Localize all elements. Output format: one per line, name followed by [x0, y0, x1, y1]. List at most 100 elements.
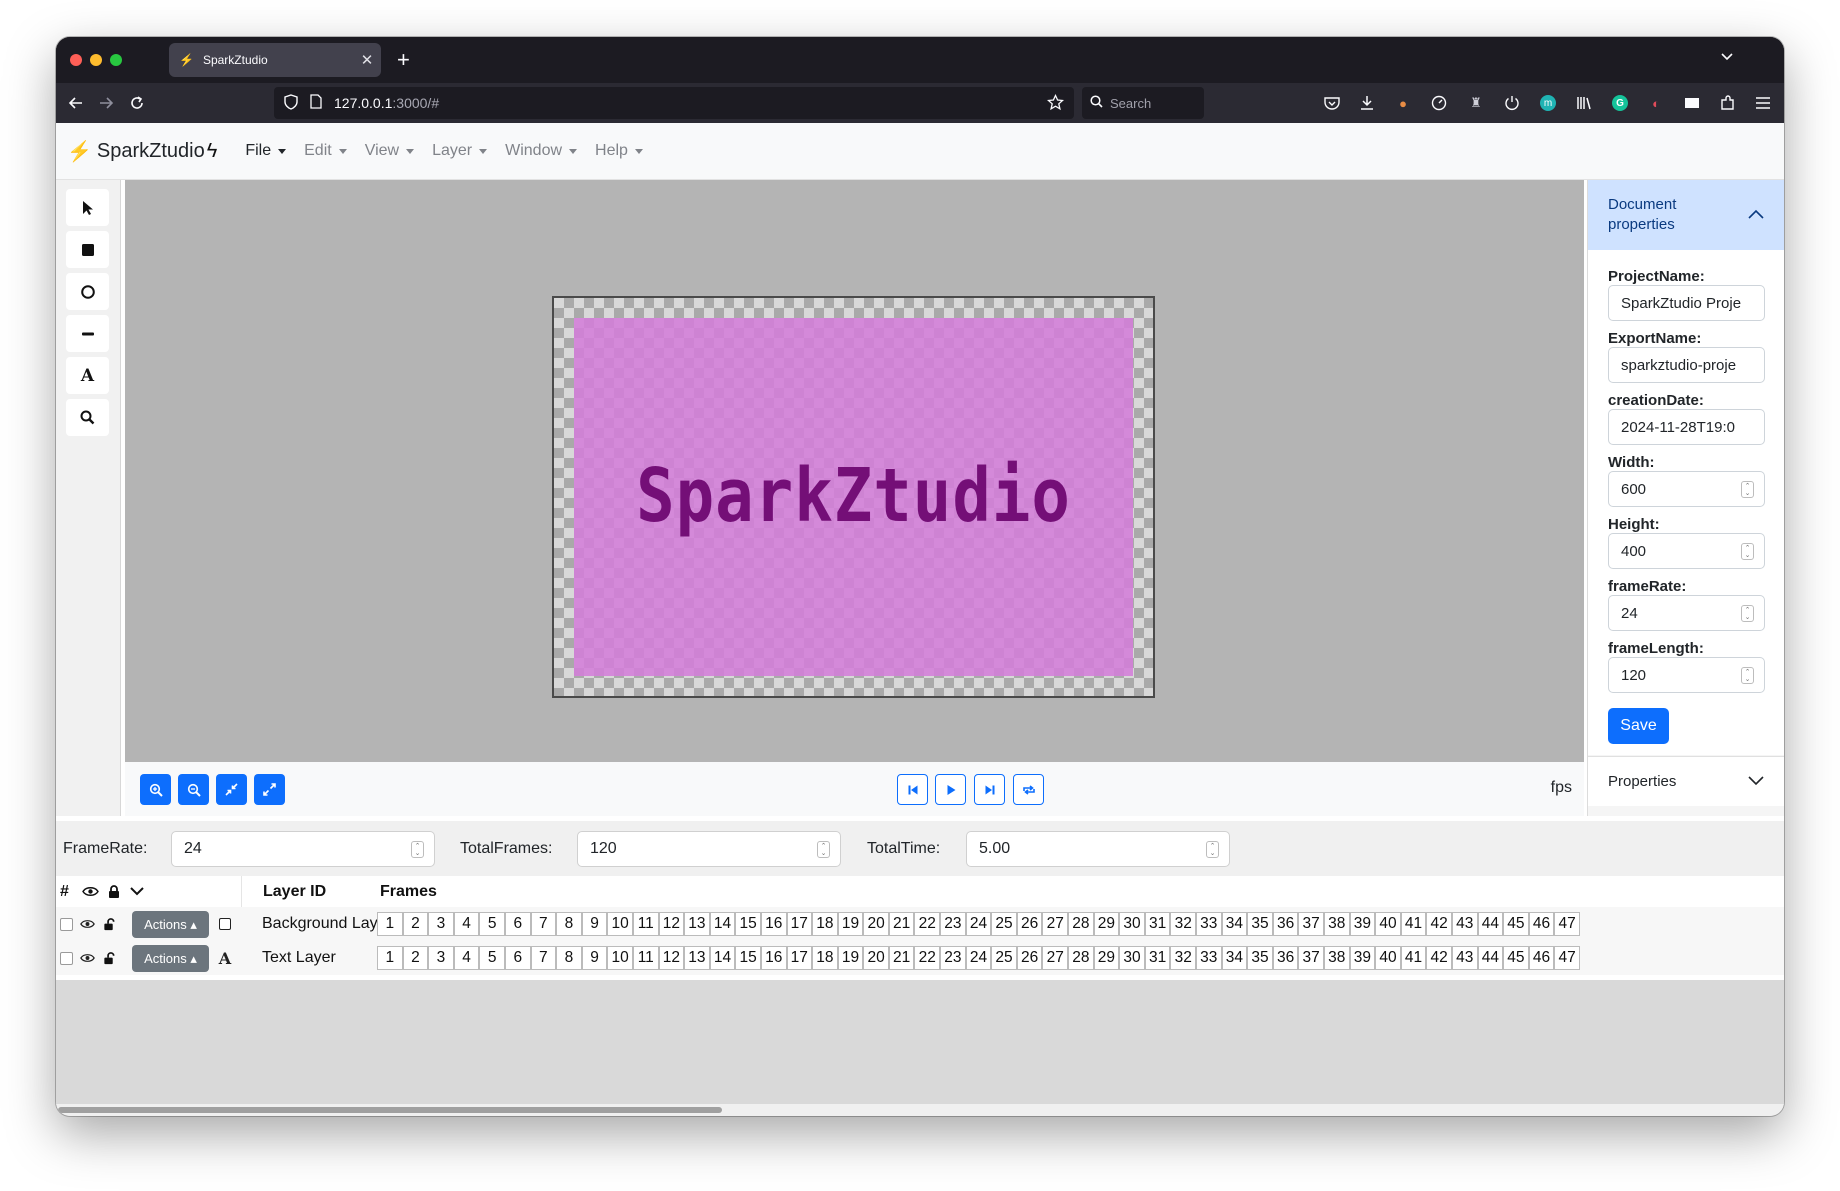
width-field[interactable]: 600 ⌃ ⌄ — [1608, 471, 1765, 507]
circle-tool-button[interactable] — [66, 273, 109, 310]
frame-cell[interactable]: 38 — [1323, 912, 1350, 936]
new-tab-button[interactable]: + — [397, 46, 410, 74]
frame-cell[interactable]: 3 — [428, 946, 454, 970]
stage-text[interactable]: SparkZtudio — [554, 268, 1153, 726]
spinner-icon[interactable]: ⌃ ⌄ — [1741, 481, 1754, 498]
gauge-extension-icon[interactable] — [1429, 93, 1449, 113]
menu-edit[interactable]: Edit — [304, 142, 347, 160]
reload-icon[interactable] — [125, 91, 149, 115]
app-brand[interactable]: ⚡ SparkZtudio ϟ — [67, 139, 217, 164]
horizontal-scrollbar[interactable] — [56, 1104, 1784, 1116]
totaltime-field[interactable]: 5.00 ⌃ ⌄ — [966, 831, 1230, 867]
unlock-icon[interactable] — [99, 907, 119, 941]
frame-cell[interactable]: 42 — [1426, 946, 1452, 970]
skip-back-button[interactable] — [897, 774, 928, 805]
frame-cell[interactable]: 18 — [812, 912, 838, 936]
scrollbar-thumb[interactable] — [58, 1107, 722, 1113]
creation-date-field[interactable]: 2024-11-28T19:0 — [1608, 409, 1765, 445]
spinner-icon[interactable]: ⌃ ⌄ — [1206, 841, 1219, 858]
frame-cell[interactable]: 32 — [1170, 912, 1196, 936]
back-icon[interactable] — [64, 91, 88, 115]
menu-window[interactable]: Window — [505, 142, 578, 160]
frame-cell[interactable]: 35 — [1247, 946, 1273, 970]
frame-cell[interactable]: 38 — [1323, 946, 1350, 970]
search-box[interactable]: Search — [1082, 87, 1204, 119]
frame-cell[interactable]: 43 — [1451, 946, 1478, 970]
frame-cell[interactable]: 15 — [735, 946, 761, 970]
url-bar[interactable]: 127.0.0.1:3000/# — [274, 87, 1074, 119]
spinner-icon[interactable]: ⌃ ⌄ — [1741, 605, 1754, 622]
framerate-field[interactable]: 24 ⌃ ⌄ — [1608, 595, 1765, 631]
skip-forward-button[interactable] — [974, 774, 1005, 805]
forward-icon[interactable] — [94, 91, 118, 115]
frame-cell[interactable]: 23 — [940, 946, 966, 970]
frame-cell[interactable]: 41 — [1400, 946, 1427, 970]
frame-cell[interactable]: 14 — [709, 946, 736, 970]
frame-cell[interactable]: 27 — [1042, 912, 1069, 936]
reader-extension-icon[interactable] — [1682, 93, 1702, 113]
fit-view-button[interactable] — [216, 774, 247, 805]
frame-cell[interactable]: 1 — [377, 946, 403, 970]
frame-cell[interactable]: 41 — [1400, 912, 1427, 936]
frame-cell[interactable]: 15 — [735, 912, 761, 936]
document-properties-header[interactable]: Document properties — [1588, 180, 1784, 250]
minimize-window-button[interactable] — [90, 54, 102, 66]
frame-cell[interactable]: 36 — [1272, 912, 1299, 936]
menu-layer[interactable]: Layer — [432, 142, 488, 160]
menu-file[interactable]: File — [245, 142, 287, 160]
grammarly-icon[interactable]: G — [1610, 93, 1630, 113]
hamburger-menu-icon[interactable] — [1753, 93, 1773, 113]
frame-cell[interactable]: 12 — [658, 912, 685, 936]
frame-cell[interactable]: 11 — [632, 946, 659, 970]
frame-cell[interactable]: 40 — [1375, 946, 1401, 970]
spinner-icon[interactable]: ⌃ ⌄ — [1741, 667, 1754, 684]
menu-help[interactable]: Help — [595, 142, 643, 160]
pocket-icon[interactable] — [1322, 93, 1342, 113]
frame-cell[interactable]: 11 — [632, 912, 659, 936]
frame-cell[interactable]: 39 — [1349, 912, 1376, 936]
frame-cell[interactable]: 34 — [1221, 946, 1248, 970]
frame-cell[interactable]: 24 — [965, 912, 992, 936]
canvas-area[interactable]: SparkZtudio — [125, 180, 1584, 762]
browser-tab[interactable]: ⚡ SparkZtudio ✕ — [169, 43, 381, 77]
unlock-icon[interactable] — [99, 941, 119, 975]
frame-cell[interactable]: 39 — [1349, 946, 1376, 970]
frame-cell[interactable]: 42 — [1426, 912, 1452, 936]
framelength-field[interactable]: 120 ⌃ ⌄ — [1608, 657, 1765, 693]
frame-cell[interactable]: 30 — [1119, 912, 1145, 936]
export-name-field[interactable]: sparkztudio-proje — [1608, 347, 1765, 383]
frame-cell[interactable]: 10 — [607, 912, 633, 936]
loop-button[interactable] — [1013, 774, 1044, 805]
frame-cell[interactable]: 28 — [1068, 912, 1094, 936]
properties-header[interactable]: Properties — [1588, 756, 1784, 806]
layer-name[interactable]: Text Layer — [262, 941, 336, 975]
frame-cell[interactable]: 17 — [786, 946, 813, 970]
frame-cell[interactable]: 4 — [453, 912, 480, 936]
frame-cell[interactable]: 44 — [1477, 946, 1504, 970]
extensions-puzzle-icon[interactable] — [1718, 93, 1738, 113]
select-tool-button[interactable] — [66, 189, 109, 226]
power-extension-icon[interactable] — [1502, 93, 1522, 113]
frame-cell[interactable]: 10 — [607, 946, 633, 970]
frame-cell[interactable]: 31 — [1144, 946, 1171, 970]
spinner-icon[interactable]: ⌃ ⌄ — [411, 841, 424, 858]
frame-cell[interactable]: 25 — [991, 912, 1017, 936]
frame-cell[interactable]: 7 — [530, 912, 557, 936]
zoom-in-button[interactable] — [140, 774, 171, 805]
layer-select-checkbox[interactable] — [56, 907, 76, 941]
frame-cell[interactable]: 22 — [914, 912, 941, 936]
frame-cell[interactable]: 22 — [914, 946, 941, 970]
frame-cell[interactable]: 33 — [1196, 912, 1222, 936]
menu-view[interactable]: View — [365, 142, 415, 160]
frame-cell[interactable]: 26 — [1016, 912, 1043, 936]
totalframes-field[interactable]: 120 ⌃ ⌄ — [577, 831, 841, 867]
frame-cell[interactable]: 20 — [863, 946, 889, 970]
layer-select-checkbox[interactable] — [56, 941, 76, 975]
m-extension-icon[interactable]: m — [1538, 93, 1558, 113]
rectangle-tool-button[interactable] — [66, 231, 109, 268]
zoom-out-button[interactable] — [178, 774, 209, 805]
list-tabs-icon[interactable] — [1720, 49, 1734, 67]
eye-icon[interactable] — [76, 907, 98, 941]
frame-cell[interactable]: 37 — [1298, 912, 1324, 936]
spinner-icon[interactable]: ⌃ ⌄ — [817, 841, 830, 858]
